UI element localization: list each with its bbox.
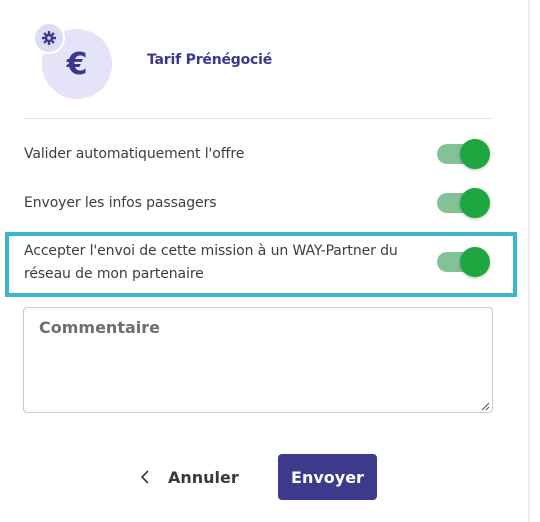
toggle-knob	[460, 139, 490, 169]
option-label-send-passenger-info: Envoyer les infos passagers	[24, 195, 217, 211]
comment-placeholder: Commentaire	[39, 318, 160, 337]
option-label-auto-validate: Valider automatiquement l'offre	[24, 146, 245, 162]
divider	[24, 118, 493, 119]
toggle-knob	[460, 188, 490, 218]
option-label-accept-partner-mission-line2: réseau de mon partenaire	[24, 266, 204, 282]
cancel-label: Annuler	[168, 467, 239, 487]
panel-edge	[528, 0, 530, 522]
send-button[interactable]: Envoyer	[278, 454, 377, 500]
toggle-accept-partner-mission[interactable]	[436, 247, 492, 277]
tarif-title: Tarif Prénégocié	[147, 52, 273, 68]
resize-grip-icon[interactable]	[480, 401, 490, 411]
chevron-left-icon	[140, 470, 149, 484]
toggle-knob	[460, 247, 490, 277]
gear-icon	[33, 22, 65, 54]
option-label-accept-partner-mission-line1: Accepter l'envoi de cette mission à un W…	[24, 243, 398, 259]
toggle-send-passenger-info[interactable]	[436, 188, 492, 218]
cancel-button[interactable]: Annuler	[138, 460, 239, 494]
toggle-auto-validate[interactable]	[436, 139, 492, 169]
